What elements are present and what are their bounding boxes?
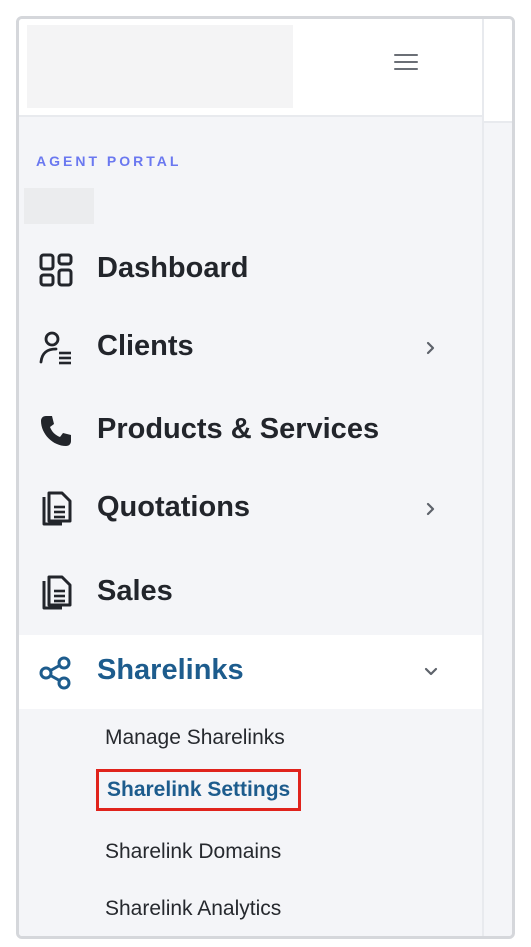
sidebar-item-label: Sales (97, 574, 173, 607)
main-content-area (482, 19, 512, 936)
submenu-item-sharelink-domains[interactable]: Sharelink Domains (105, 840, 281, 864)
sidebar-item-sharelinks[interactable]: Sharelinks (19, 635, 482, 709)
hamburger-menu-icon[interactable] (391, 49, 421, 75)
submenu-item-manage-sharelinks[interactable]: Manage Sharelinks (105, 726, 285, 750)
sidebar-item-label: Sharelinks (97, 653, 244, 686)
sidebar-item-label: Quotations (97, 490, 251, 523)
dashboard-grid-icon (39, 253, 73, 287)
chevron-right-icon (426, 341, 435, 355)
section-label: AGENT PORTAL (36, 153, 182, 169)
sidebar-header (19, 19, 482, 117)
document-icon (42, 491, 72, 526)
sidebar-item-products-services[interactable]: Products & Services (19, 394, 482, 468)
sidebar-item-label: Clients (97, 329, 194, 362)
main-header (484, 19, 512, 123)
submenu-item-sharelink-analytics[interactable]: Sharelink Analytics (105, 897, 281, 921)
share-icon (39, 656, 71, 690)
chevron-down-icon (424, 667, 438, 676)
logo (27, 25, 293, 108)
sidebar-item-label: Dashboard (97, 251, 249, 284)
placeholder-block (24, 188, 94, 224)
sidebar-item-sales[interactable]: Sales (19, 556, 482, 630)
document-icon (42, 575, 72, 610)
submenu-item-sharelink-settings[interactable]: Sharelink Settings (96, 769, 302, 811)
chevron-right-icon (426, 502, 435, 516)
sidebar-item-dashboard[interactable]: Dashboard (19, 233, 482, 307)
phone-icon (41, 416, 71, 446)
user-list-icon (39, 331, 71, 365)
sidebar-item-label: Products & Services (97, 412, 380, 445)
sidebar-item-quotations[interactable]: Quotations (19, 472, 482, 546)
sidebar: AGENT PORTAL Dashboard Clients Products … (19, 19, 482, 936)
app-window: AGENT PORTAL Dashboard Clients Products … (16, 16, 515, 939)
sidebar-item-clients[interactable]: Clients (19, 311, 482, 385)
